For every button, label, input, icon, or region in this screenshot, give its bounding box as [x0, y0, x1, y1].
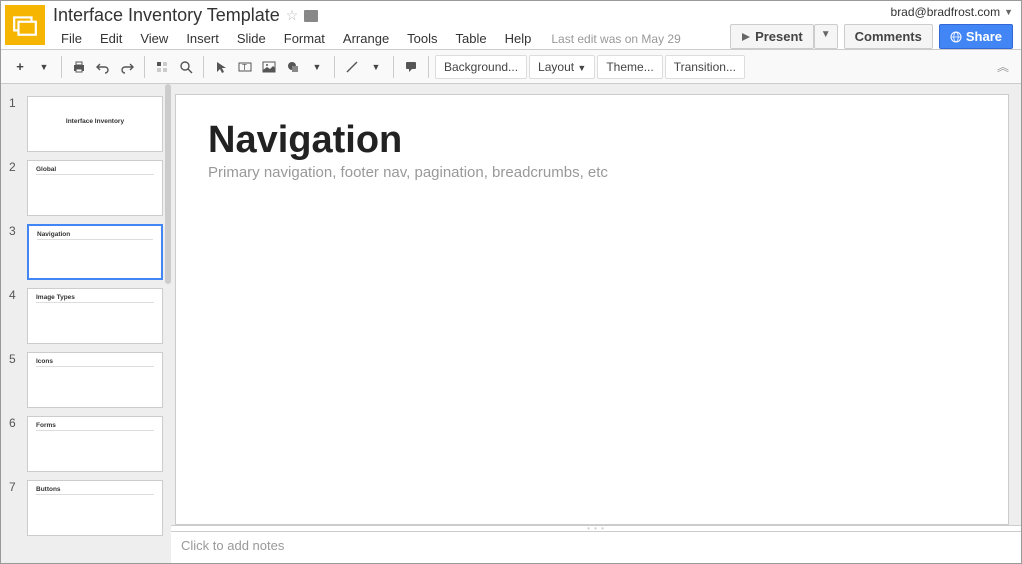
- thumb-number: 1: [9, 96, 21, 152]
- thumb-canvas[interactable]: Navigation: [27, 224, 163, 280]
- doc-title[interactable]: Interface Inventory Template: [53, 5, 280, 26]
- menu-insert[interactable]: Insert: [178, 28, 227, 49]
- slide-panel: 1 Interface Inventory 2Global3Navigation4I…: [1, 84, 171, 563]
- separator: [334, 56, 335, 78]
- menu-format[interactable]: Format: [276, 28, 333, 49]
- present-dropdown[interactable]: ▼: [814, 24, 838, 49]
- thumb-subtitle: [36, 430, 154, 431]
- collapse-toolbar-icon[interactable]: ︽: [993, 54, 1013, 79]
- globe-icon: [950, 31, 962, 43]
- line-icon[interactable]: [341, 55, 363, 79]
- thumb-subtitle: [36, 302, 154, 303]
- comment-icon[interactable]: [400, 55, 422, 79]
- slide-thumb-5[interactable]: 5Icons: [1, 348, 171, 412]
- undo-icon[interactable]: [92, 55, 114, 79]
- thumb-canvas[interactable]: Forms: [27, 416, 163, 472]
- menu-edit[interactable]: Edit: [92, 28, 130, 49]
- select-icon[interactable]: [210, 55, 232, 79]
- thumb-canvas[interactable]: Icons: [27, 352, 163, 408]
- share-button[interactable]: Share: [939, 24, 1013, 49]
- theme-button[interactable]: Theme...: [597, 55, 662, 79]
- thumb-number: 4: [9, 288, 21, 344]
- thumb-number: 7: [9, 480, 21, 536]
- app-window: Interface Inventory Template ☆ File Edit…: [0, 0, 1022, 564]
- thumb-number: 6: [9, 416, 21, 472]
- folder-icon[interactable]: [304, 10, 318, 22]
- redo-icon[interactable]: [116, 55, 138, 79]
- menu-tools[interactable]: Tools: [399, 28, 445, 49]
- thumb-subtitle: [36, 494, 154, 495]
- slide-thumb-3[interactable]: 3Navigation: [1, 220, 171, 284]
- transition-button[interactable]: Transition...: [665, 55, 745, 79]
- layout-button[interactable]: Layout ▼: [529, 55, 595, 79]
- body: 1Interface Inventory2Global3Navigation4I…: [1, 84, 1021, 563]
- line-dropdown[interactable]: ▼: [365, 55, 387, 79]
- slides-logo[interactable]: [5, 5, 45, 45]
- toolbar: + ▼ T ▼ ▼ Background... Layout ▼ Theme..…: [1, 49, 1021, 84]
- menu-slide[interactable]: Slide: [229, 28, 274, 49]
- thumb-canvas[interactable]: Global: [27, 160, 163, 216]
- print-icon[interactable]: [68, 55, 90, 79]
- header-right: brad@bradfrost.com ▼ Present ▼ Comments …: [730, 5, 1013, 49]
- thumb-subtitle: [37, 239, 153, 240]
- separator: [61, 56, 62, 78]
- thumb-subtitle: [36, 174, 154, 175]
- zoom-icon[interactable]: [175, 55, 197, 79]
- shape-icon[interactable]: [282, 55, 304, 79]
- new-slide-dropdown[interactable]: ▼: [33, 55, 55, 79]
- title-area: Interface Inventory Template ☆ File Edit…: [53, 5, 730, 49]
- menu-table[interactable]: Table: [448, 28, 495, 49]
- account-dropdown-icon: ▼: [1004, 7, 1013, 17]
- shape-dropdown[interactable]: ▼: [306, 55, 328, 79]
- menu-view[interactable]: View: [132, 28, 176, 49]
- slide-canvas[interactable]: Navigation Primary navigation, footer na…: [175, 94, 1009, 525]
- main-area: Navigation Primary navigation, footer na…: [171, 84, 1021, 563]
- thumb-canvas[interactable]: Buttons: [27, 480, 163, 536]
- account-menu[interactable]: brad@bradfrost.com ▼: [891, 5, 1013, 19]
- play-icon: [741, 32, 751, 42]
- background-button[interactable]: Background...: [435, 55, 527, 79]
- separator: [393, 56, 394, 78]
- menu-help[interactable]: Help: [497, 28, 540, 49]
- scrollbar[interactable]: [165, 84, 171, 284]
- slide-title[interactable]: Navigation: [208, 119, 976, 162]
- thumb-title: Interface Inventory: [36, 119, 154, 126]
- slide-thumb-6[interactable]: 6Forms: [1, 412, 171, 476]
- canvas-area: Navigation Primary navigation, footer na…: [171, 84, 1021, 525]
- thumb-canvas[interactable]: Interface Inventory: [27, 96, 163, 152]
- slide-subtitle[interactable]: Primary navigation, footer nav, paginati…: [208, 164, 976, 181]
- new-slide-button[interactable]: +: [9, 55, 31, 79]
- crop-icon[interactable]: [151, 55, 173, 79]
- account-email: brad@bradfrost.com: [891, 5, 1001, 19]
- svg-text:T: T: [242, 63, 247, 72]
- thumb-number: 5: [9, 352, 21, 408]
- thumb-number: 2: [9, 160, 21, 216]
- slide-thumb-7[interactable]: 7Buttons: [1, 476, 171, 540]
- separator: [144, 56, 145, 78]
- thumb-subtitle: [36, 366, 154, 367]
- thumb-number: 3: [9, 224, 21, 280]
- comments-button[interactable]: Comments: [844, 24, 933, 49]
- menu-bar: File Edit View Insert Slide Format Arran…: [53, 28, 730, 49]
- separator: [428, 56, 429, 78]
- slide-thumb-1[interactable]: 1 Interface Inventory: [1, 92, 171, 156]
- present-button[interactable]: Present: [730, 24, 814, 49]
- last-edit-label: Last edit was on May 29: [551, 32, 680, 46]
- slide-thumb-2[interactable]: 2Global: [1, 156, 171, 220]
- thumb-canvas[interactable]: Image Types: [27, 288, 163, 344]
- header: Interface Inventory Template ☆ File Edit…: [1, 1, 1021, 49]
- menu-file[interactable]: File: [53, 28, 90, 49]
- textbox-icon[interactable]: T: [234, 55, 256, 79]
- star-icon[interactable]: ☆: [286, 7, 299, 24]
- separator: [203, 56, 204, 78]
- speaker-notes[interactable]: Click to add notes: [171, 531, 1021, 563]
- image-icon[interactable]: [258, 55, 280, 79]
- slide-thumb-4[interactable]: 4Image Types: [1, 284, 171, 348]
- menu-arrange[interactable]: Arrange: [335, 28, 397, 49]
